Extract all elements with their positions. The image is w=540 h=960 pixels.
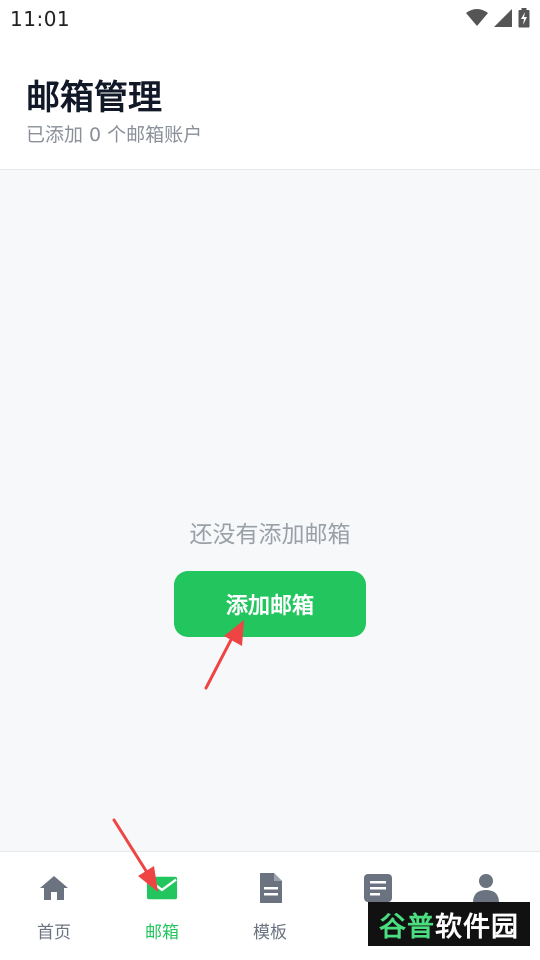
person-icon	[470, 872, 502, 904]
add-mailbox-button[interactable]: 添加邮箱	[174, 571, 366, 637]
watermark-text-a: 谷普	[379, 911, 435, 943]
battery-icon	[518, 8, 530, 28]
page-subtitle: 已添加 0 个邮箱账户	[26, 124, 203, 146]
empty-state-text: 还没有添加邮箱	[189, 522, 351, 548]
status-time: 11:01	[10, 7, 71, 31]
home-icon	[38, 872, 70, 904]
mailbox-empty-state: 还没有添加邮箱 添加邮箱	[0, 171, 540, 851]
tab-mailbox[interactable]: 邮箱	[108, 852, 216, 960]
header: 邮箱管理 已添加 0 个邮箱账户	[0, 40, 540, 170]
tab-templates[interactable]: 模板	[216, 852, 324, 960]
status-bar: 11:01	[0, 0, 540, 40]
signal-icon	[494, 9, 512, 27]
mail-icon	[146, 872, 178, 904]
tab-home[interactable]: 首页	[0, 852, 108, 960]
watermark-text-b: 软件园	[435, 911, 519, 943]
tab-label: 首页	[37, 923, 71, 943]
page-title: 邮箱管理	[26, 78, 162, 118]
watermark-logo: 谷普 软件园	[368, 902, 530, 946]
notes-icon	[362, 872, 394, 904]
wifi-icon	[466, 9, 488, 26]
status-icons	[466, 8, 530, 28]
tab-label: 模板	[253, 923, 287, 943]
document-icon	[254, 872, 286, 904]
tab-label: 邮箱	[145, 923, 179, 943]
